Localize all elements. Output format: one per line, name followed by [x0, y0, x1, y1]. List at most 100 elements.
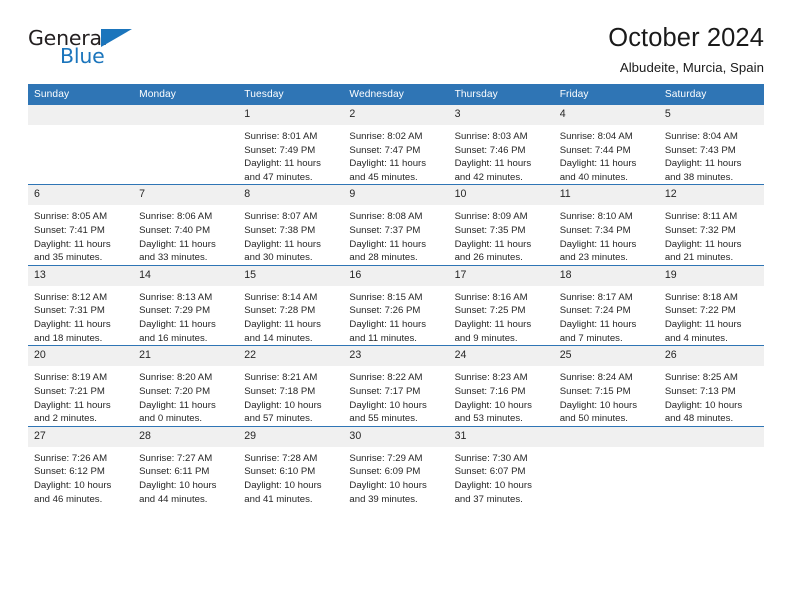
day-cell-inner: 26 Sunrise: 8:25 AM Sunset: 7:13 PM Dayligh… — [658, 346, 764, 425]
calendar-day-cell[interactable]: 13 Sunrise: 8:12 AM Sunset: 7:31 PM Dayligh… — [28, 264, 134, 346]
day-cell-inner: 20 Sunrise: 8:19 AM Sunset: 7:21 PM Dayligh… — [28, 346, 134, 425]
day-cell-inner: 30 Sunrise: 7:29 AM Sunset: 6:09 PM Dayligh… — [343, 426, 449, 506]
calendar-week-row: 6 Sunrise: 8:05 AM Sunset: 7:41 PM Daylight… — [28, 184, 764, 266]
sunrise-text: Sunrise: 8:07 AM — [244, 211, 318, 223]
logo-triangle-icon — [101, 29, 132, 47]
day-cell-inner: 6 Sunrise: 8:05 AM Sunset: 7:41 PM Daylight… — [28, 185, 134, 264]
day-cell-inner: 2 Sunrise: 8:02 AM Sunset: 7:47 PM Daylight… — [343, 105, 449, 184]
daylight-text-line1: Daylight: 11 hours — [34, 319, 111, 331]
calendar-cell-empty — [658, 425, 764, 507]
sunrise-text: Sunrise: 8:24 AM — [559, 372, 633, 384]
daylight-text-line1: Daylight: 10 hours — [244, 399, 322, 411]
calendar-day-cell[interactable]: 8 Sunrise: 8:07 AM Sunset: 7:38 PM Daylight… — [238, 184, 344, 266]
day-cell-inner: 25 Sunrise: 8:24 AM Sunset: 7:15 PM Dayligh… — [553, 346, 659, 425]
day-cell-inner: 17 Sunrise: 8:16 AM Sunset: 7:25 PM Dayligh… — [448, 265, 554, 345]
daylight-text-line2: and 39 minutes. — [349, 493, 418, 505]
day-number: 15 — [238, 265, 344, 286]
day-number: 11 — [553, 185, 659, 206]
day-number: 19 — [658, 265, 764, 286]
day-details: Sunrise: 8:03 AM Sunset: 7:46 PM Daylight:… — [449, 125, 554, 184]
daylight-text-line2: and 57 minutes. — [244, 413, 313, 425]
day-details: Sunrise: 8:09 AM Sunset: 7:35 PM Daylight:… — [449, 205, 554, 264]
calendar-day-cell[interactable]: 20 Sunrise: 8:19 AM Sunset: 7:21 PM Dayligh… — [28, 345, 134, 427]
sunset-text: Sunset: 7:26 PM — [349, 305, 421, 317]
calendar-day-cell[interactable]: 14 Sunrise: 8:13 AM Sunset: 7:29 PM Dayligh… — [133, 264, 239, 346]
sunset-text: Sunset: 7:43 PM — [664, 144, 736, 156]
calendar-day-cell[interactable]: 1 Sunrise: 8:01 AM Sunset: 7:49 PM Daylight… — [238, 105, 344, 185]
daylight-text-line1: Daylight: 11 hours — [139, 238, 216, 250]
daylight-text-line1: Daylight: 11 hours — [139, 319, 216, 331]
sunset-text: Sunset: 6:10 PM — [244, 466, 316, 478]
day-number: 5 — [658, 105, 764, 125]
calendar-day-cell[interactable]: 12 Sunrise: 8:11 AM Sunset: 7:32 PM Dayligh… — [658, 184, 764, 266]
day-number: 7 — [133, 185, 239, 206]
sunrise-text: Sunrise: 8:11 AM — [664, 211, 738, 223]
calendar-cell-empty — [133, 105, 239, 185]
daylight-text-line1: Daylight: 11 hours — [664, 319, 742, 331]
calendar-day-cell[interactable]: 10 Sunrise: 8:09 AM Sunset: 7:35 PM Dayligh… — [448, 184, 554, 266]
calendar-day-cell[interactable]: 23 Sunrise: 8:22 AM Sunset: 7:17 PM Dayligh… — [343, 345, 449, 427]
day-number: 17 — [448, 265, 554, 286]
daylight-text-line2: and 2 minutes. — [34, 413, 97, 425]
daylight-text-line1: Daylight: 11 hours — [454, 319, 532, 331]
sunset-text: Sunset: 7:16 PM — [454, 385, 526, 397]
calendar-day-cell[interactable]: 5 Sunrise: 8:04 AM Sunset: 7:43 PM Daylight… — [658, 105, 764, 185]
sunrise-text: Sunrise: 8:06 AM — [139, 211, 213, 223]
sunset-text: Sunset: 7:21 PM — [34, 385, 105, 397]
calendar-day-cell[interactable]: 4 Sunrise: 8:04 AM Sunset: 7:44 PM Daylight… — [553, 105, 659, 185]
calendar-day-cell[interactable]: 9 Sunrise: 8:08 AM Sunset: 7:37 PM Daylight… — [343, 184, 449, 266]
day-number: 25 — [553, 346, 659, 367]
day-number: 16 — [343, 265, 449, 286]
calendar-day-cell[interactable]: 28 Sunrise: 7:27 AM Sunset: 6:11 PM Dayligh… — [133, 425, 239, 507]
sunset-text: Sunset: 7:25 PM — [454, 305, 526, 317]
calendar-day-cell[interactable]: 27 Sunrise: 7:26 AM Sunset: 6:12 PM Dayligh… — [28, 425, 134, 507]
day-cell-inner: 24 Sunrise: 8:23 AM Sunset: 7:16 PM Dayligh… — [448, 346, 554, 425]
calendar-day-cell[interactable]: 24 Sunrise: 8:23 AM Sunset: 7:16 PM Dayligh… — [448, 345, 554, 427]
calendar-day-cell[interactable]: 31 Sunrise: 7:30 AM Sunset: 6:07 PM Dayligh… — [448, 425, 554, 507]
calendar-day-cell[interactable]: 16 Sunrise: 8:15 AM Sunset: 7:26 PM Dayligh… — [343, 264, 449, 346]
sunrise-text: Sunrise: 8:02 AM — [349, 131, 423, 142]
calendar-day-cell[interactable]: 7 Sunrise: 8:06 AM Sunset: 7:40 PM Daylight… — [133, 184, 239, 266]
calendar-day-cell[interactable]: 6 Sunrise: 8:05 AM Sunset: 7:41 PM Daylight… — [28, 184, 134, 266]
sunset-text: Sunset: 7:34 PM — [559, 225, 631, 237]
sunset-text: Sunset: 7:17 PM — [349, 385, 421, 397]
sunrise-text: Sunrise: 8:12 AM — [34, 291, 108, 303]
day-details: Sunrise: 8:21 AM Sunset: 7:18 PM Daylight:… — [238, 366, 343, 425]
day-number: 30 — [343, 426, 449, 447]
daylight-text-line1: Daylight: 10 hours — [454, 399, 532, 411]
sunrise-text: Sunrise: 8:21 AM — [244, 372, 318, 384]
calendar-day-cell[interactable]: 2 Sunrise: 8:02 AM Sunset: 7:47 PM Daylight… — [343, 105, 449, 185]
calendar-day-cell[interactable]: 15 Sunrise: 8:14 AM Sunset: 7:28 PM Dayligh… — [238, 264, 344, 346]
calendar-day-cell[interactable]: 25 Sunrise: 8:24 AM Sunset: 7:15 PM Dayligh… — [553, 345, 659, 427]
day-details: Sunrise: 8:05 AM Sunset: 7:41 PM Daylight:… — [28, 205, 133, 264]
day-number: 29 — [238, 426, 344, 447]
weekday-header-friday: Friday — [553, 84, 659, 105]
calendar-day-cell[interactable]: 11 Sunrise: 8:10 AM Sunset: 7:34 PM Dayligh… — [553, 184, 659, 266]
calendar-day-cell[interactable]: 30 Sunrise: 7:29 AM Sunset: 6:09 PM Dayligh… — [343, 425, 449, 507]
sunset-text: Sunset: 7:20 PM — [139, 385, 211, 397]
calendar-cell-empty — [553, 425, 659, 507]
day-cell-inner: 3 Sunrise: 8:03 AM Sunset: 7:46 PM Daylight… — [448, 105, 554, 184]
day-number: 6 — [28, 185, 134, 206]
sunrise-text: Sunrise: 8:10 AM — [559, 211, 633, 223]
calendar-day-cell[interactable]: 3 Sunrise: 8:03 AM Sunset: 7:46 PM Daylight… — [448, 105, 554, 185]
calendar-day-cell[interactable]: 21 Sunrise: 8:20 AM Sunset: 7:20 PM Dayligh… — [133, 345, 239, 427]
calendar-day-cell[interactable]: 22 Sunrise: 8:21 AM Sunset: 7:18 PM Dayligh… — [238, 345, 344, 427]
calendar-day-cell[interactable]: 18 Sunrise: 8:17 AM Sunset: 7:24 PM Dayligh… — [553, 264, 659, 346]
calendar-day-cell[interactable]: 19 Sunrise: 8:18 AM Sunset: 7:22 PM Dayligh… — [658, 264, 764, 346]
day-cell-inner: 5 Sunrise: 8:04 AM Sunset: 7:43 PM Daylight… — [658, 105, 764, 184]
calendar-body: 1 Sunrise: 8:01 AM Sunset: 7:49 PM Daylight… — [28, 105, 764, 507]
sunrise-text: Sunrise: 7:28 AM — [244, 452, 318, 464]
calendar-day-cell[interactable]: 17 Sunrise: 8:16 AM Sunset: 7:25 PM Dayligh… — [448, 264, 554, 346]
day-cell-inner: 19 Sunrise: 8:18 AM Sunset: 7:22 PM Dayligh… — [658, 265, 764, 345]
daylight-text-line1: Daylight: 11 hours — [244, 238, 321, 250]
calendar-week-row: 1 Sunrise: 8:01 AM Sunset: 7:49 PM Daylight… — [28, 105, 764, 185]
day-cell-inner: 21 Sunrise: 8:20 AM Sunset: 7:20 PM Dayligh… — [133, 346, 239, 425]
calendar-day-cell[interactable]: 26 Sunrise: 8:25 AM Sunset: 7:13 PM Dayligh… — [658, 345, 764, 427]
day-cell-inner: 12 Sunrise: 8:11 AM Sunset: 7:32 PM Dayligh… — [658, 185, 764, 264]
daylight-text-line1: Daylight: 10 hours — [244, 479, 322, 491]
day-details: Sunrise: 8:22 AM Sunset: 7:17 PM Daylight:… — [343, 366, 448, 425]
day-number: 21 — [133, 346, 239, 367]
daylight-text-line1: Daylight: 11 hours — [454, 158, 532, 170]
calendar-day-cell[interactable]: 29 Sunrise: 7:28 AM Sunset: 6:10 PM Dayligh… — [238, 425, 344, 507]
